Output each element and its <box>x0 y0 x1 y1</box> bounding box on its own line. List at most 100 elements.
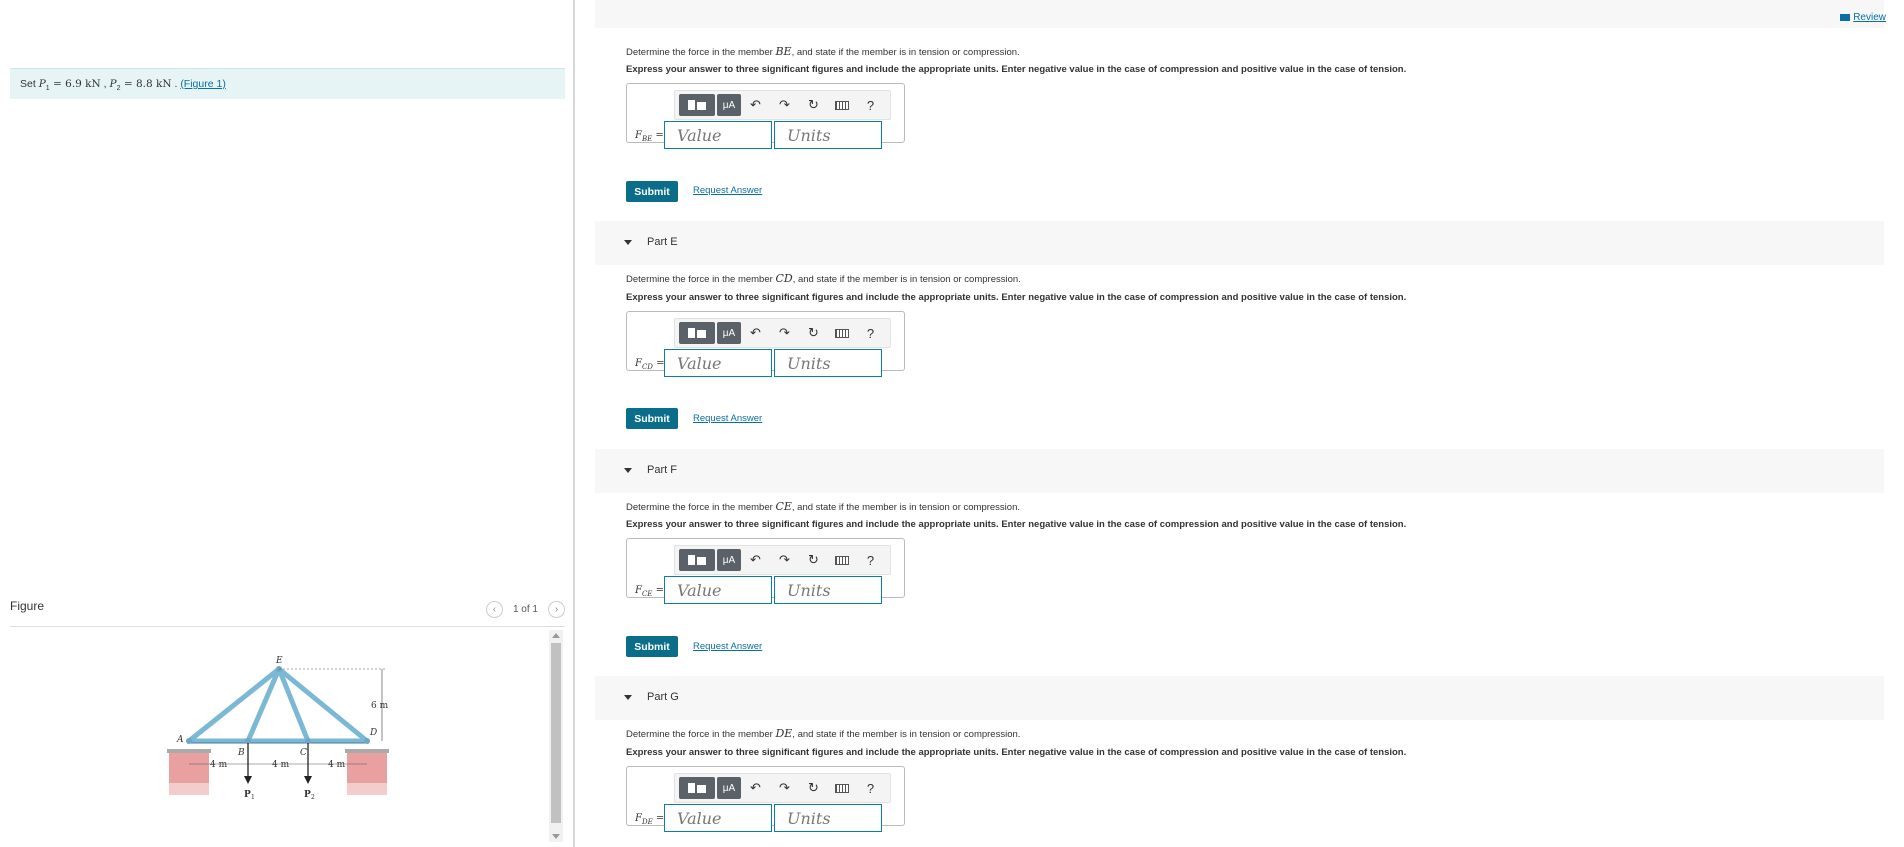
undo-icon[interactable]: ↶ <box>741 780 770 796</box>
truss-members <box>186 666 370 744</box>
part-g-header[interactable]: Part G <box>595 676 1884 720</box>
force-sub: CD <box>641 363 653 371</box>
math-toolbar: μA ↶ ↷ ↻ ? <box>674 773 891 803</box>
template-button[interactable] <box>679 322 715 344</box>
equals: = <box>652 585 664 596</box>
label-C: C <box>300 748 307 758</box>
force-label: FDE = <box>635 813 664 826</box>
value-input[interactable]: Value <box>664 576 772 604</box>
request-answer-link[interactable]: Request Answer <box>693 641 762 652</box>
units-input[interactable]: Units <box>774 121 882 149</box>
keyboard-icon[interactable] <box>835 328 849 338</box>
value-input[interactable]: Value <box>664 121 772 149</box>
units-input[interactable]: Units <box>774 576 882 604</box>
submit-button[interactable]: Submit <box>626 408 678 429</box>
template-button[interactable] <box>679 777 715 799</box>
scroll-down-icon[interactable] <box>552 834 560 839</box>
left-panel: Set P1 = 6.9 kN , P2 = 8.8 kN . (Figure … <box>0 0 575 847</box>
instructions: Express your answer to three significant… <box>626 747 1407 758</box>
math-toolbar: μA ↶ ↷ ↻ ? <box>674 545 891 575</box>
keyboard-icon[interactable] <box>835 783 849 793</box>
part-label: Part E <box>647 236 678 248</box>
caret-down-icon <box>624 240 632 245</box>
part-label: Part G <box>647 691 679 703</box>
review-label: Review <box>1853 12 1886 23</box>
question-text: Determine the force in the member DE, an… <box>626 727 1020 740</box>
answer-box: μA ↶ ↷ ↻ ? FBE = Value Units <box>626 83 905 149</box>
equals: = <box>652 130 664 141</box>
submit-button[interactable]: Submit <box>626 181 678 202</box>
keyboard-icon[interactable] <box>835 100 849 110</box>
undo-icon[interactable]: ↶ <box>741 325 770 341</box>
units-button[interactable]: μA <box>717 777 741 799</box>
scroll-up-icon[interactable] <box>552 633 560 638</box>
help-icon[interactable]: ? <box>856 326 885 341</box>
units-button[interactable]: μA <box>717 94 741 116</box>
template-button[interactable] <box>679 549 715 571</box>
part-f-header[interactable]: Part F <box>595 449 1884 493</box>
label-P2-sub: 2 <box>311 794 315 801</box>
previous-part-header <box>595 0 1884 28</box>
help-icon[interactable]: ? <box>856 781 885 796</box>
units-input[interactable]: Units <box>774 349 882 377</box>
question-post: , and state if the member is in tension … <box>791 502 1020 513</box>
value-input[interactable]: Value <box>664 349 772 377</box>
redo-icon[interactable]: ↷ <box>770 552 799 568</box>
force-sub: DE <box>641 818 653 826</box>
equals: = <box>652 358 665 369</box>
redo-icon[interactable]: ↷ <box>770 780 799 796</box>
question-text: Determine the force in the member CE, an… <box>626 500 1020 513</box>
question-text: Determine the force in the member CD, an… <box>626 272 1021 285</box>
reset-icon[interactable]: ↻ <box>799 780 828 796</box>
next-figure-button[interactable]: › <box>548 601 565 618</box>
label-P1: P <box>244 790 251 800</box>
value-input[interactable]: Value <box>664 804 772 832</box>
reset-icon[interactable]: ↻ <box>799 325 828 341</box>
request-answer-link[interactable]: Request Answer <box>693 413 762 424</box>
submit-button[interactable]: Submit <box>626 636 678 657</box>
reset-icon[interactable]: ↻ <box>799 97 828 113</box>
redo-icon[interactable]: ↷ <box>770 97 799 113</box>
keyboard-icon[interactable] <box>835 555 849 565</box>
chevron-right-icon: › <box>554 604 559 615</box>
force-symbol: F <box>635 813 642 824</box>
part-label: Part F <box>647 464 677 476</box>
p2-symbol: P <box>109 78 117 90</box>
prev-figure-button[interactable]: ‹ <box>485 601 503 618</box>
reset-icon[interactable]: ↻ <box>799 552 828 568</box>
redo-icon[interactable]: ↷ <box>770 325 799 341</box>
part-e-header[interactable]: Part E <box>595 221 1884 265</box>
force-symbol: F <box>635 585 642 596</box>
chevron-left-icon: ‹ <box>492 604 497 615</box>
request-answer-link[interactable]: Request Answer <box>693 185 762 196</box>
answer-box: μA ↶ ↷ ↻ ? FDE = Value Units <box>626 766 905 832</box>
member-name: BE <box>775 45 792 58</box>
scroll-thumb[interactable] <box>551 643 561 823</box>
undo-icon[interactable]: ↶ <box>741 97 770 113</box>
help-icon[interactable]: ? <box>856 553 885 568</box>
units-button[interactable]: μA <box>717 549 741 571</box>
label-span3: 4 m <box>328 760 346 770</box>
force-label: FBE = <box>635 130 664 143</box>
review-link[interactable]: Review <box>1840 12 1886 23</box>
units-input[interactable]: Units <box>774 804 882 832</box>
member-name: DE <box>775 727 793 740</box>
set-prefix: Set <box>20 78 39 90</box>
figure-link[interactable]: (Figure 1) <box>180 78 226 90</box>
template-button[interactable] <box>679 94 715 116</box>
figure-scrollbar[interactable] <box>549 630 563 842</box>
truss-figure: E A B C D 6 m 4 m 4 m 4 m P 1 P 2 <box>167 656 389 801</box>
help-icon[interactable]: ? <box>856 98 885 113</box>
undo-icon[interactable]: ↶ <box>741 552 770 568</box>
figure-header: Figure ‹ 1 of 1 › <box>10 599 565 627</box>
force-symbol: F <box>635 130 642 141</box>
question-post: , and state if the member is in tension … <box>792 274 1021 285</box>
question-pre: Determine the force in the member <box>626 729 776 740</box>
math-toolbar: μA ↶ ↷ ↻ ? <box>674 90 891 120</box>
p2-value: = 8.8 kN <box>120 78 172 90</box>
units-button[interactable]: μA <box>717 322 741 344</box>
pager-text: 1 of 1 <box>512 604 538 615</box>
left-support <box>167 749 211 795</box>
math-toolbar: μA ↶ ↷ ↻ ? <box>674 318 891 348</box>
label-B: B <box>237 748 245 758</box>
